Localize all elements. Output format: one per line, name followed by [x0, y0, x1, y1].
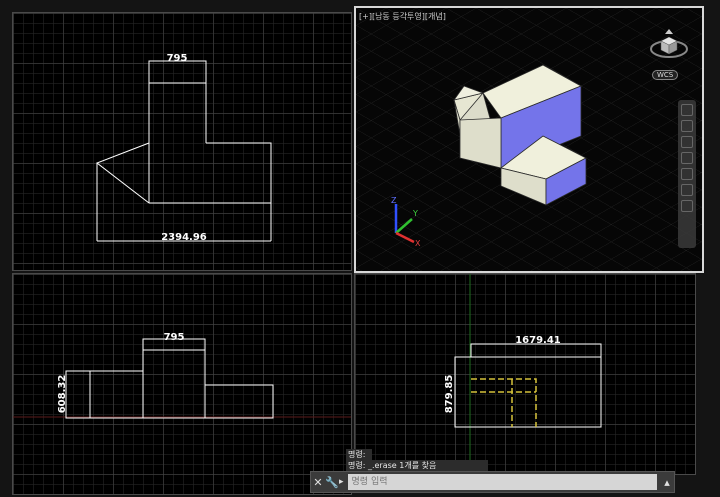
command-history-line-2: 명령: _.erase 1개를 찾음	[346, 460, 488, 471]
svg-text:Z: Z	[391, 196, 397, 205]
viewport-bottom-right[interactable]: 1679.41 879.85	[354, 273, 696, 475]
dim-width-795: 795	[167, 53, 188, 64]
wrench-icon[interactable]: 🔧	[325, 476, 339, 489]
steering-wheel-icon[interactable]	[681, 104, 693, 116]
zoom-icon[interactable]	[681, 136, 693, 148]
command-prompt-icon: ▸	[339, 477, 344, 487]
pan-icon[interactable]	[681, 120, 693, 132]
front-view-drawing: 795 2394.96	[95, 53, 272, 243]
dim-height-608: 608.32	[57, 375, 68, 414]
extents-icon[interactable]	[681, 184, 693, 196]
showmotion-icon[interactable]	[681, 168, 693, 180]
dim-width-1679: 1679.41	[515, 335, 561, 346]
viewport-label[interactable]: [+][남동 등각투영][개념]	[359, 11, 446, 22]
close-icon[interactable]: ✕	[311, 476, 325, 489]
svg-text:Y: Y	[412, 209, 418, 218]
svg-text:X: X	[415, 239, 421, 248]
navigation-bar[interactable]	[678, 100, 696, 248]
command-history-line-1: 명령:	[346, 449, 372, 460]
viewport-bottom-left[interactable]: 795 608.32	[12, 273, 352, 495]
chevron-up-icon[interactable]: ▴	[660, 476, 674, 489]
viewport-top-left[interactable]: 795 2394.96	[12, 12, 352, 271]
dim-height-879: 879.85	[444, 375, 455, 414]
dim-width-2394: 2394.96	[161, 232, 207, 243]
viewport-top-right[interactable]: Z Y X [+][남동 등각투영][개념] WCS	[354, 6, 704, 273]
dim-width-795: 795	[164, 332, 185, 343]
command-line: ✕ 🔧 ▸ ▴	[310, 471, 675, 493]
orbit-icon[interactable]	[681, 152, 693, 164]
command-input[interactable]	[347, 474, 657, 490]
side-view-drawing: 795 608.32	[13, 332, 351, 419]
more-icon[interactable]	[681, 200, 693, 212]
wcs-menu[interactable]: WCS	[652, 70, 679, 80]
top-view-drawing: 1679.41 879.85	[444, 274, 602, 474]
iso-grid: Z Y X	[356, 8, 702, 271]
